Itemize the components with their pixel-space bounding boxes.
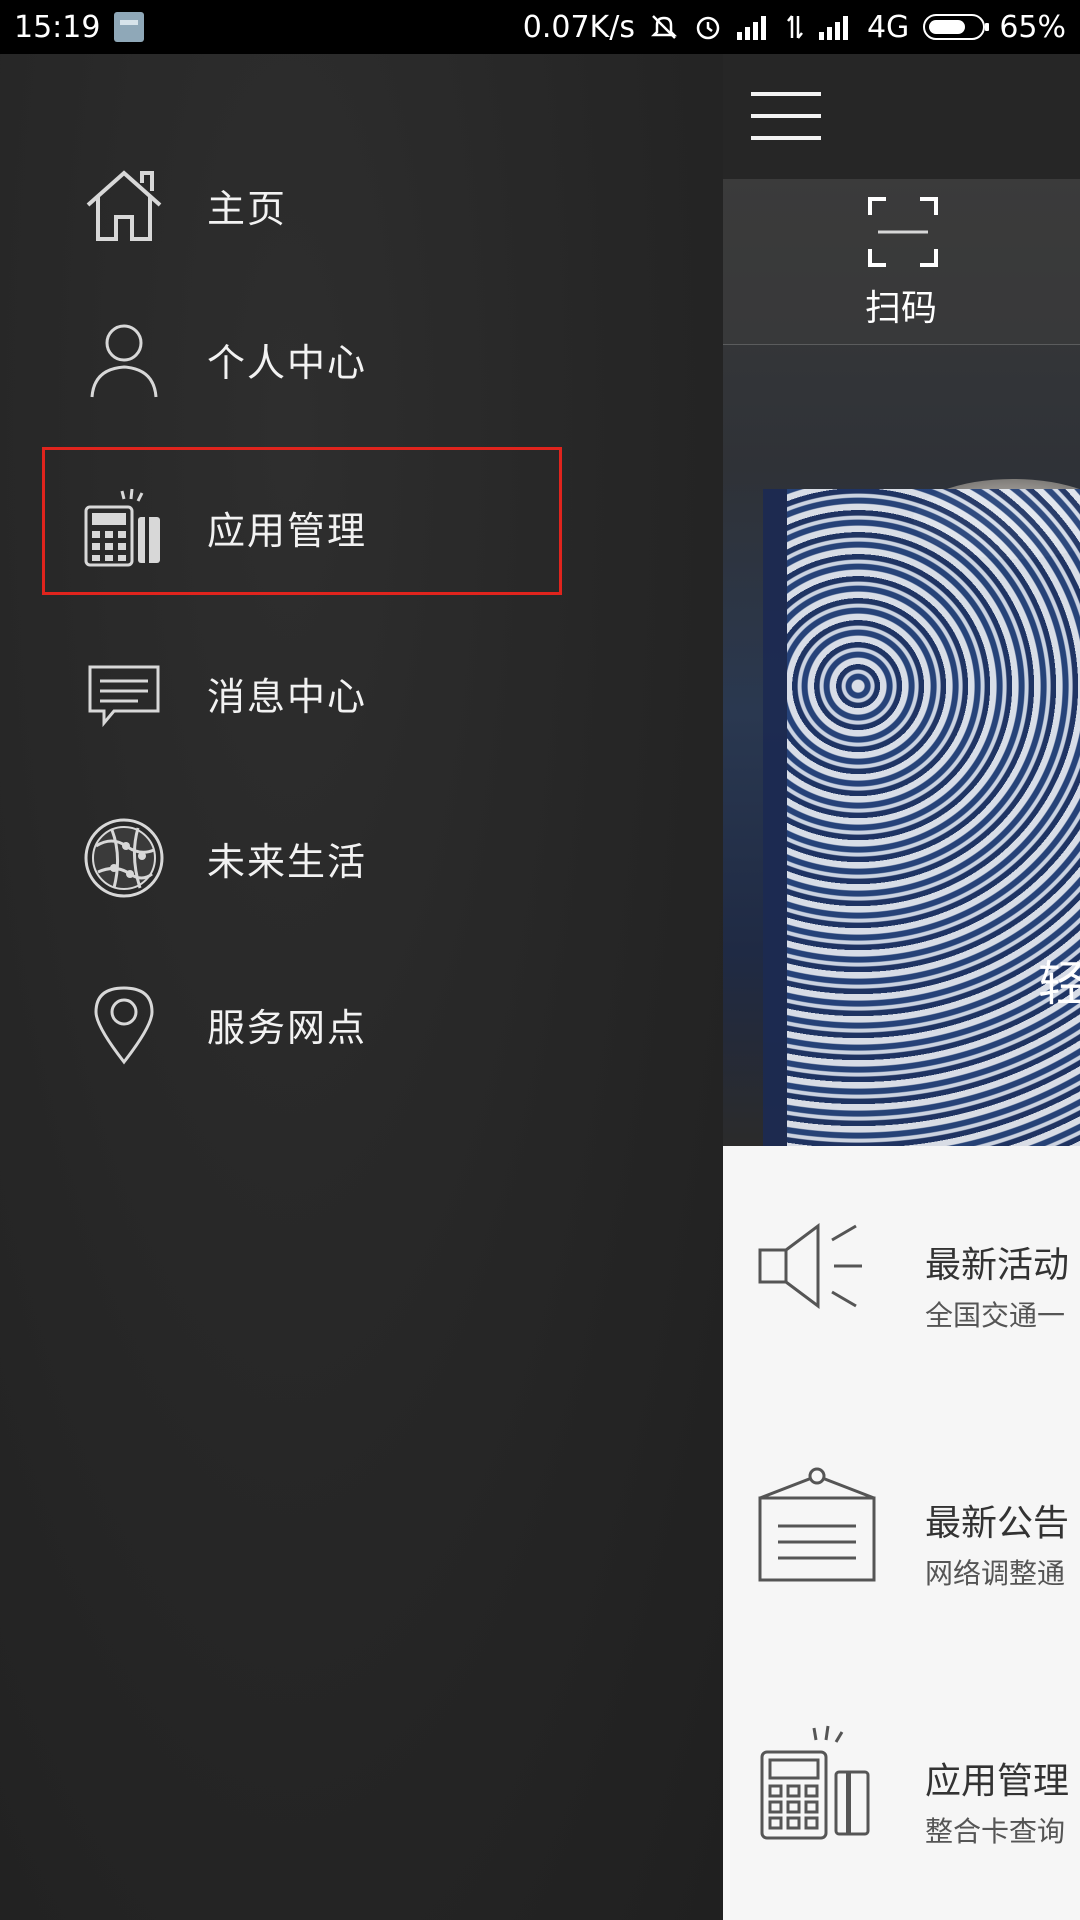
menu-item-messages[interactable]: 消息中心 — [0, 633, 723, 753]
menu-item-label: 个人中心 — [207, 340, 368, 385]
signal-icon-2 — [818, 14, 853, 40]
scan-button[interactable]: 扫码 — [723, 179, 1080, 345]
card-latest-notice[interactable]: 最新公告 网络调整通 — [723, 1404, 1080, 1664]
alarm-icon — [696, 16, 720, 40]
card-latest-activity[interactable]: 最新活动 全国交通一 — [723, 1146, 1080, 1406]
menu-item-app-management[interactable]: 应用管理 — [0, 467, 723, 587]
main-content: 轻 扫码 最新活动 全国交通一 最新公告 网络调整通 应用管理 整合卡查询 — [723, 54, 1080, 1920]
menu-item-future-life[interactable]: 未来生活 — [0, 798, 723, 918]
card-subtitle: 整合卡查询 — [925, 1815, 1066, 1848]
scan-icon — [868, 197, 938, 267]
location-pin-icon — [82, 982, 166, 1066]
battery-level: 65% — [999, 9, 1066, 45]
menu-item-label: 应用管理 — [207, 508, 368, 553]
status-time: 15:19 — [14, 9, 101, 45]
menu-item-label: 主页 — [207, 186, 288, 231]
card-title: 最新活动 — [925, 1245, 1070, 1286]
status-bar: 15:19 0.07K/s 4G 65% — [0, 0, 1080, 54]
megaphone-icon — [758, 1223, 862, 1309]
battery-icon — [923, 14, 990, 40]
menu-item-home[interactable]: 主页 — [0, 145, 723, 265]
notice-board-icon — [758, 1467, 876, 1582]
calculator-card-icon — [82, 485, 166, 569]
menu-item-label: 服务网点 — [207, 1005, 368, 1050]
table-runner-decoration — [763, 489, 1080, 1146]
card-subtitle: 网络调整通 — [925, 1557, 1066, 1590]
person-icon — [82, 317, 166, 401]
card-subtitle: 全国交通一 — [925, 1299, 1066, 1332]
message-icon — [82, 651, 166, 735]
banner-text: 轻 — [1038, 956, 1080, 1012]
menu-item-profile[interactable]: 个人中心 — [0, 299, 723, 419]
calculator-card-icon — [760, 1725, 870, 1840]
scan-label: 扫码 — [865, 288, 938, 329]
home-icon — [82, 163, 166, 247]
mute-icon — [650, 15, 677, 39]
signal-icon — [736, 14, 771, 40]
card-title: 应用管理 — [925, 1761, 1070, 1802]
card-title: 最新公告 — [925, 1503, 1070, 1544]
top-bar — [723, 54, 1080, 179]
menu-item-label: 未来生活 — [207, 839, 368, 884]
notification-icon — [114, 12, 145, 42]
navigation-drawer: 主页 个人中心 应用管理 消息中心 未来生活 服务网点 — [0, 54, 723, 1920]
menu-icon[interactable] — [751, 92, 821, 142]
data-transfer-icon — [786, 15, 803, 39]
network-type: 4G — [866, 9, 910, 45]
menu-item-label: 消息中心 — [207, 674, 368, 719]
card-app-management[interactable]: 应用管理 整合卡查询 — [723, 1662, 1080, 1920]
globe-network-icon — [82, 816, 166, 900]
network-speed: 0.07K/s — [522, 9, 635, 45]
menu-item-service-points[interactable]: 服务网点 — [0, 964, 723, 1084]
